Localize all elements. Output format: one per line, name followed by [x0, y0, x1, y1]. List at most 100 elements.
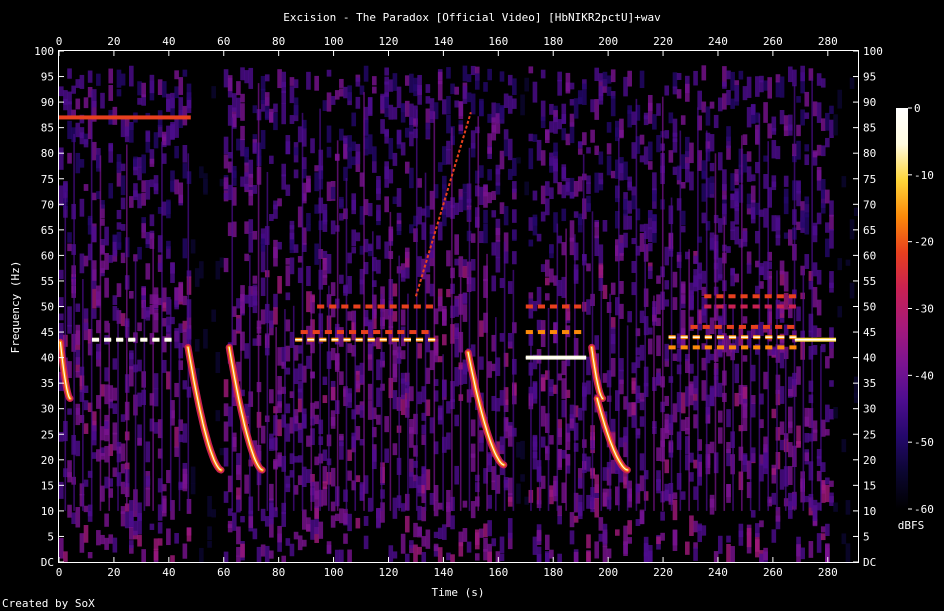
spectrum-cell: [627, 215, 632, 230]
spectrum-cell: [528, 66, 534, 74]
spectrum-cell: [75, 403, 81, 426]
transient-line: [284, 309, 286, 511]
spectrum-cell: [442, 524, 447, 540]
spectrum-cell: [339, 128, 344, 141]
spectrum-cell: [569, 530, 575, 545]
spectrum-cell: [717, 218, 723, 233]
spectrum-cell: [182, 543, 188, 559]
spectrum-cell: [833, 502, 838, 512]
spectrum-cell: [277, 419, 282, 437]
transient-line: [161, 141, 163, 511]
spectrum-cell: [775, 215, 781, 231]
spectrum-cell: [540, 377, 546, 392]
spectrum-cell: [223, 154, 229, 169]
spectrum-cell: [499, 536, 505, 554]
spectrum-cell: [726, 89, 731, 106]
y-tick-label: 50: [41, 301, 54, 314]
spectrum-cell: [812, 420, 818, 433]
spectrum-cell: [787, 229, 793, 246]
spectrum-cell: [722, 93, 727, 110]
spectrum-cell: [561, 208, 567, 222]
spectrum-cell: [285, 345, 291, 362]
y-tick-label: 25: [863, 428, 876, 441]
spectrum-cell: [409, 167, 414, 189]
spectrum-cell: [783, 115, 789, 131]
spectrum-cell: [771, 468, 777, 475]
spectrum-cell: [289, 115, 295, 124]
spectrum-cell: [643, 552, 649, 562]
spectrum-cell: [549, 435, 554, 445]
spectrum-cell: [619, 281, 624, 294]
spectrum-cell: [153, 287, 159, 305]
spectrum-cell: [363, 65, 369, 82]
spectrum-cell: [367, 354, 373, 371]
spectrum-cell: [631, 186, 637, 196]
spectrum-cell: [849, 282, 855, 299]
spectrum-cell: [582, 83, 587, 105]
spectrum-cell: [647, 211, 653, 218]
spectrum-cell: [573, 180, 579, 197]
spectrum-cell: [479, 186, 484, 205]
spectrum-cell: [470, 259, 476, 271]
spectrum-cell: [433, 543, 439, 552]
spectrum-cell: [297, 535, 303, 551]
spectrum-cell: [236, 97, 241, 118]
spectrum-cell: [586, 534, 591, 549]
spectrum-cell: [355, 517, 361, 529]
spectrum-cell: [582, 132, 587, 146]
spectrum-cell: [137, 81, 142, 96]
spectrum-cell: [446, 288, 451, 298]
spectrum-cell: [804, 144, 810, 152]
tone-core: [716, 336, 725, 338]
y-tick-label: 40: [41, 352, 54, 365]
spectrum-cell: [656, 447, 661, 462]
spectrum-cell: [569, 82, 575, 90]
spectrum-cell: [454, 86, 459, 95]
spectrum-cell: [326, 125, 332, 143]
spectrum-cell: [816, 73, 822, 86]
spectrum-cell: [376, 259, 381, 274]
spectrum-cell: [104, 253, 109, 270]
spectrum-cell: [100, 534, 105, 545]
spectrum-cell: [75, 349, 81, 365]
spectrum-cell: [470, 93, 476, 115]
x-tick-label: 100: [324, 566, 344, 579]
spectrum-cell: [816, 166, 822, 181]
spectrum-cell: [577, 478, 583, 488]
spectrum-cell: [454, 367, 459, 387]
spectrum-cell: [483, 523, 488, 538]
spectrum-cell: [67, 324, 72, 334]
tone-core: [319, 338, 327, 341]
spectrum-cell: [252, 528, 258, 540]
spectrum-cell: [755, 523, 760, 538]
spectrum-cell: [339, 274, 344, 284]
spectrum-cell: [174, 145, 179, 159]
spectrum-cell: [442, 305, 447, 326]
tone-segment: [668, 345, 676, 350]
spectrum-cell: [812, 345, 818, 355]
tone-segment: [385, 330, 393, 335]
spectrum-cell: [829, 380, 834, 387]
spectrum-cell: [598, 151, 604, 165]
x-tick-label: 0: [56, 566, 63, 579]
spectrum-cell: [639, 233, 645, 252]
spectrum-cell: [367, 319, 373, 334]
spectrum-cell: [825, 429, 830, 436]
spectrum-cell: [264, 92, 270, 106]
transient-line: [565, 228, 567, 511]
spectrum-cell: [326, 92, 332, 112]
spectrum-cell: [190, 483, 196, 495]
spectrum-cell: [112, 403, 118, 414]
spectrum-cell: [717, 274, 723, 281]
spectrum-cell: [569, 512, 575, 528]
x-tick-label: 40: [162, 35, 175, 48]
spectrum-cell: [404, 161, 410, 174]
spectrum-cell: [120, 197, 126, 210]
spectrum-cell: [293, 531, 299, 540]
spectrum-cell: [129, 517, 134, 527]
spectrum-cell: [227, 524, 233, 533]
spectrum-cell: [829, 105, 834, 114]
tone-segment: [397, 330, 405, 335]
spectrum-cell: [437, 71, 443, 85]
spectrum-cell: [112, 234, 118, 242]
